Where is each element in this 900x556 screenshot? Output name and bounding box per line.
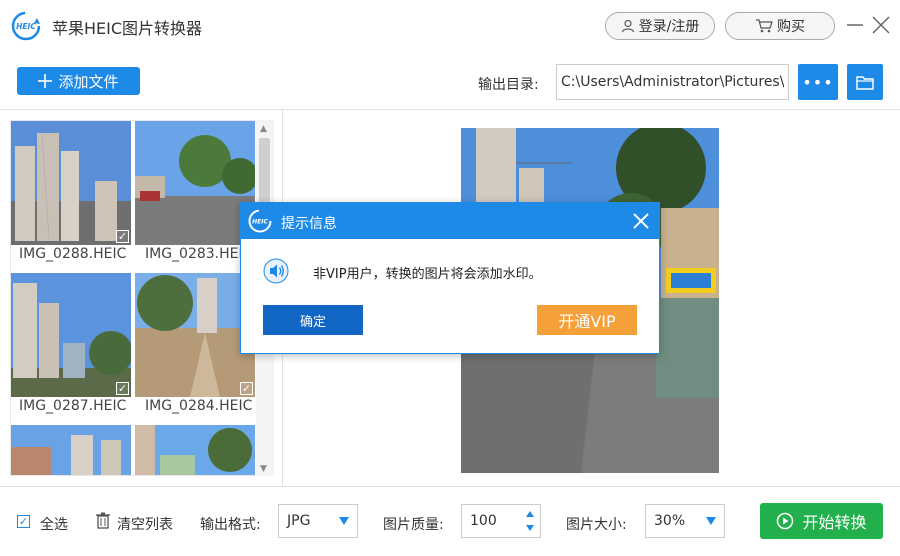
- thumbnail-image: [135, 425, 255, 475]
- file-thumbnail[interactable]: ✓: [11, 121, 131, 245]
- confirm-button[interactable]: 确定: [263, 305, 363, 335]
- cart-icon: [756, 19, 773, 33]
- scroll-down-icon[interactable]: ▼: [260, 464, 267, 474]
- start-convert-label: 开始转换: [802, 513, 867, 532]
- format-value: JPG: [287, 513, 311, 529]
- select-all-label[interactable]: 全选: [40, 514, 68, 534]
- trash-icon[interactable]: [96, 512, 110, 529]
- file-list: ✓ IMG_0288.HEIC ✓ IMG_0283.HEIC ✓ IMG_02…: [10, 120, 274, 476]
- file-name: IMG_0287.HEIC: [19, 398, 127, 414]
- login-button[interactable]: 登录/注册: [605, 12, 715, 40]
- toolbar: 添加文件 输出目录: •••: [0, 52, 900, 110]
- user-icon: [621, 19, 634, 33]
- quality-label: 图片质量:: [383, 517, 444, 533]
- svg-text:HEIC: HEIC: [16, 22, 36, 31]
- buy-label: 购买: [777, 19, 805, 35]
- minimize-icon[interactable]: [846, 12, 864, 36]
- close-icon[interactable]: [631, 211, 651, 231]
- add-file-button[interactable]: 添加文件: [17, 67, 140, 95]
- output-dir-label: 输出目录:: [478, 77, 539, 93]
- speaker-icon: [263, 258, 289, 284]
- play-icon: [777, 512, 794, 530]
- title-bar: HEIC 苹果HEIC图片转换器 登录/注册 购买: [0, 0, 900, 52]
- folder-icon: [856, 75, 874, 90]
- browse-more-button[interactable]: •••: [798, 64, 838, 100]
- dialog-header: HEIC 提示信息: [241, 203, 659, 239]
- dialog-message: 非VIP用户，转换的图片将会添加水印。: [313, 267, 542, 282]
- select-all-checkbox[interactable]: ✓: [17, 515, 30, 528]
- format-select[interactable]: JPG: [278, 504, 358, 538]
- thumbnail-image: [135, 121, 255, 245]
- file-checkbox[interactable]: ✓: [116, 230, 129, 243]
- format-label: 输出格式:: [200, 517, 261, 533]
- clear-list-button[interactable]: 清空列表: [117, 514, 173, 534]
- thumbnail-image: [11, 273, 131, 397]
- app-logo-icon: HEIC: [11, 11, 41, 41]
- plus-icon: [38, 74, 53, 88]
- thumbnail-image: [11, 425, 131, 475]
- close-icon[interactable]: [870, 12, 892, 36]
- stepper-up-icon[interactable]: [526, 511, 534, 517]
- svg-text:HEIC: HEIC: [252, 219, 268, 226]
- file-name: IMG_0288.HEIC: [19, 246, 127, 262]
- app-logo-icon: HEIC: [248, 209, 272, 233]
- output-path-input[interactable]: [556, 64, 789, 100]
- add-file-label: 添加文件: [58, 72, 119, 91]
- file-thumbnail[interactable]: [135, 425, 255, 475]
- file-checkbox[interactable]: ✓: [240, 382, 253, 395]
- dropdown-arrow-icon: [706, 517, 716, 525]
- file-name: IMG_0284.HEIC: [145, 398, 253, 414]
- login-label: 登录/注册: [638, 19, 700, 35]
- ellipsis-icon: •••: [802, 72, 834, 92]
- app-title: 苹果HEIC图片转换器: [52, 19, 203, 38]
- open-vip-button[interactable]: 开通VIP: [537, 305, 637, 335]
- file-checkbox[interactable]: ✓: [116, 382, 129, 395]
- thumbnail-image: [135, 273, 255, 397]
- dialog-title: 提示信息: [281, 216, 337, 232]
- size-label: 图片大小:: [566, 517, 627, 533]
- file-thumbnail[interactable]: [11, 425, 131, 475]
- size-select[interactable]: 30%: [645, 504, 725, 538]
- thumbnail-image: [11, 121, 131, 245]
- scroll-up-icon[interactable]: ▲: [260, 124, 267, 134]
- start-convert-button[interactable]: 开始转换: [760, 503, 883, 539]
- file-thumbnail[interactable]: ✓: [11, 273, 131, 397]
- quality-stepper[interactable]: 100: [461, 504, 541, 538]
- size-value: 30%: [654, 513, 686, 529]
- stepper-down-icon[interactable]: [526, 525, 534, 531]
- info-dialog: HEIC 提示信息 非VIP用户，转换的图片将会添加水印。 确定 开通VIP: [240, 202, 660, 354]
- file-thumbnail[interactable]: ✓: [135, 273, 255, 397]
- file-thumbnail[interactable]: ✓: [135, 121, 255, 245]
- bottom-bar: ✓ 全选 清空列表 输出格式: JPG 图片质量: 100 图片大小: 30% …: [0, 486, 900, 556]
- dropdown-arrow-icon: [339, 517, 349, 525]
- quality-value: 100: [470, 513, 497, 529]
- open-folder-button[interactable]: [847, 64, 883, 100]
- buy-button[interactable]: 购买: [725, 12, 835, 40]
